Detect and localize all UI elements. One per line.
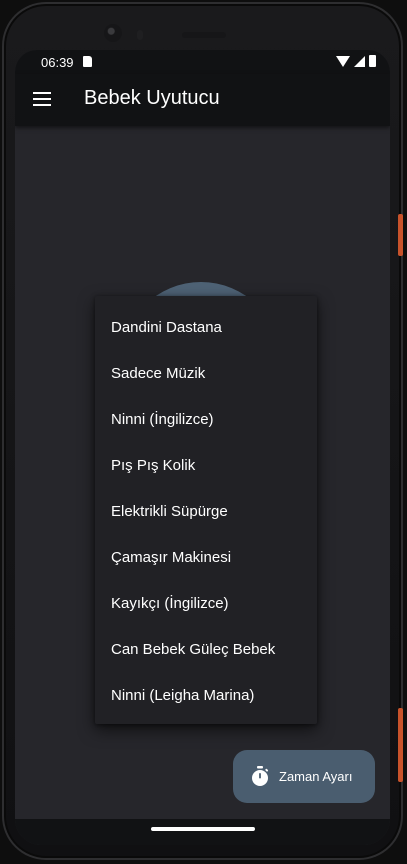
app-bar: Bebek Uyutucu — [15, 74, 390, 126]
menu-item-dandini-dastana[interactable]: Dandini Dastana — [95, 305, 317, 351]
menu-item-can-bebek[interactable]: Can Bebek Güleç Bebek — [95, 627, 317, 673]
navigation-bar — [15, 819, 390, 845]
status-time: 06:39 — [41, 55, 74, 70]
menu-item-ninni-ingilizce[interactable]: Ninni (İngilizce) — [95, 397, 317, 443]
menu-item-kayikci-ingilizce[interactable]: Kayıkçı (İngilizce) — [95, 581, 317, 627]
menu-item-ninni-leigha-marina[interactable]: Ninni (Leigha Marina) — [95, 673, 317, 719]
volume-button — [398, 708, 403, 782]
earpiece-speaker — [182, 32, 226, 38]
sound-dropdown-menu: Dandini Dastana Sadece Müzik Ninni (İngi… — [95, 296, 317, 724]
sim-card-icon — [83, 56, 92, 67]
menu-item-pis-pis-kolik[interactable]: Pış Pış Kolik — [95, 443, 317, 489]
timer-button-label: Zaman Ayarı — [279, 769, 353, 784]
hamburger-menu-icon[interactable] — [33, 92, 51, 106]
timer-button[interactable]: Zaman Ayarı — [233, 750, 375, 803]
cell-signal-icon — [354, 55, 365, 67]
front-camera — [104, 24, 122, 42]
menu-item-elektrikli-supurge[interactable]: Elektrikli Süpürge — [95, 489, 317, 535]
page-title: Bebek Uyutucu — [84, 87, 220, 109]
screen: 06:39 Bebek Uyutucu Dandini Dastana Sade… — [15, 50, 390, 845]
wifi-icon — [336, 55, 350, 67]
timer-icon — [252, 766, 269, 786]
menu-item-camasir-makinesi[interactable]: Çamaşır Makinesi — [95, 535, 317, 581]
proximity-sensor — [137, 30, 143, 40]
power-button — [398, 214, 403, 256]
status-bar: 06:39 — [15, 50, 390, 74]
home-gesture-handle[interactable] — [151, 827, 255, 831]
menu-item-sadece-muzik[interactable]: Sadece Müzik — [95, 351, 317, 397]
battery-icon — [369, 55, 376, 67]
